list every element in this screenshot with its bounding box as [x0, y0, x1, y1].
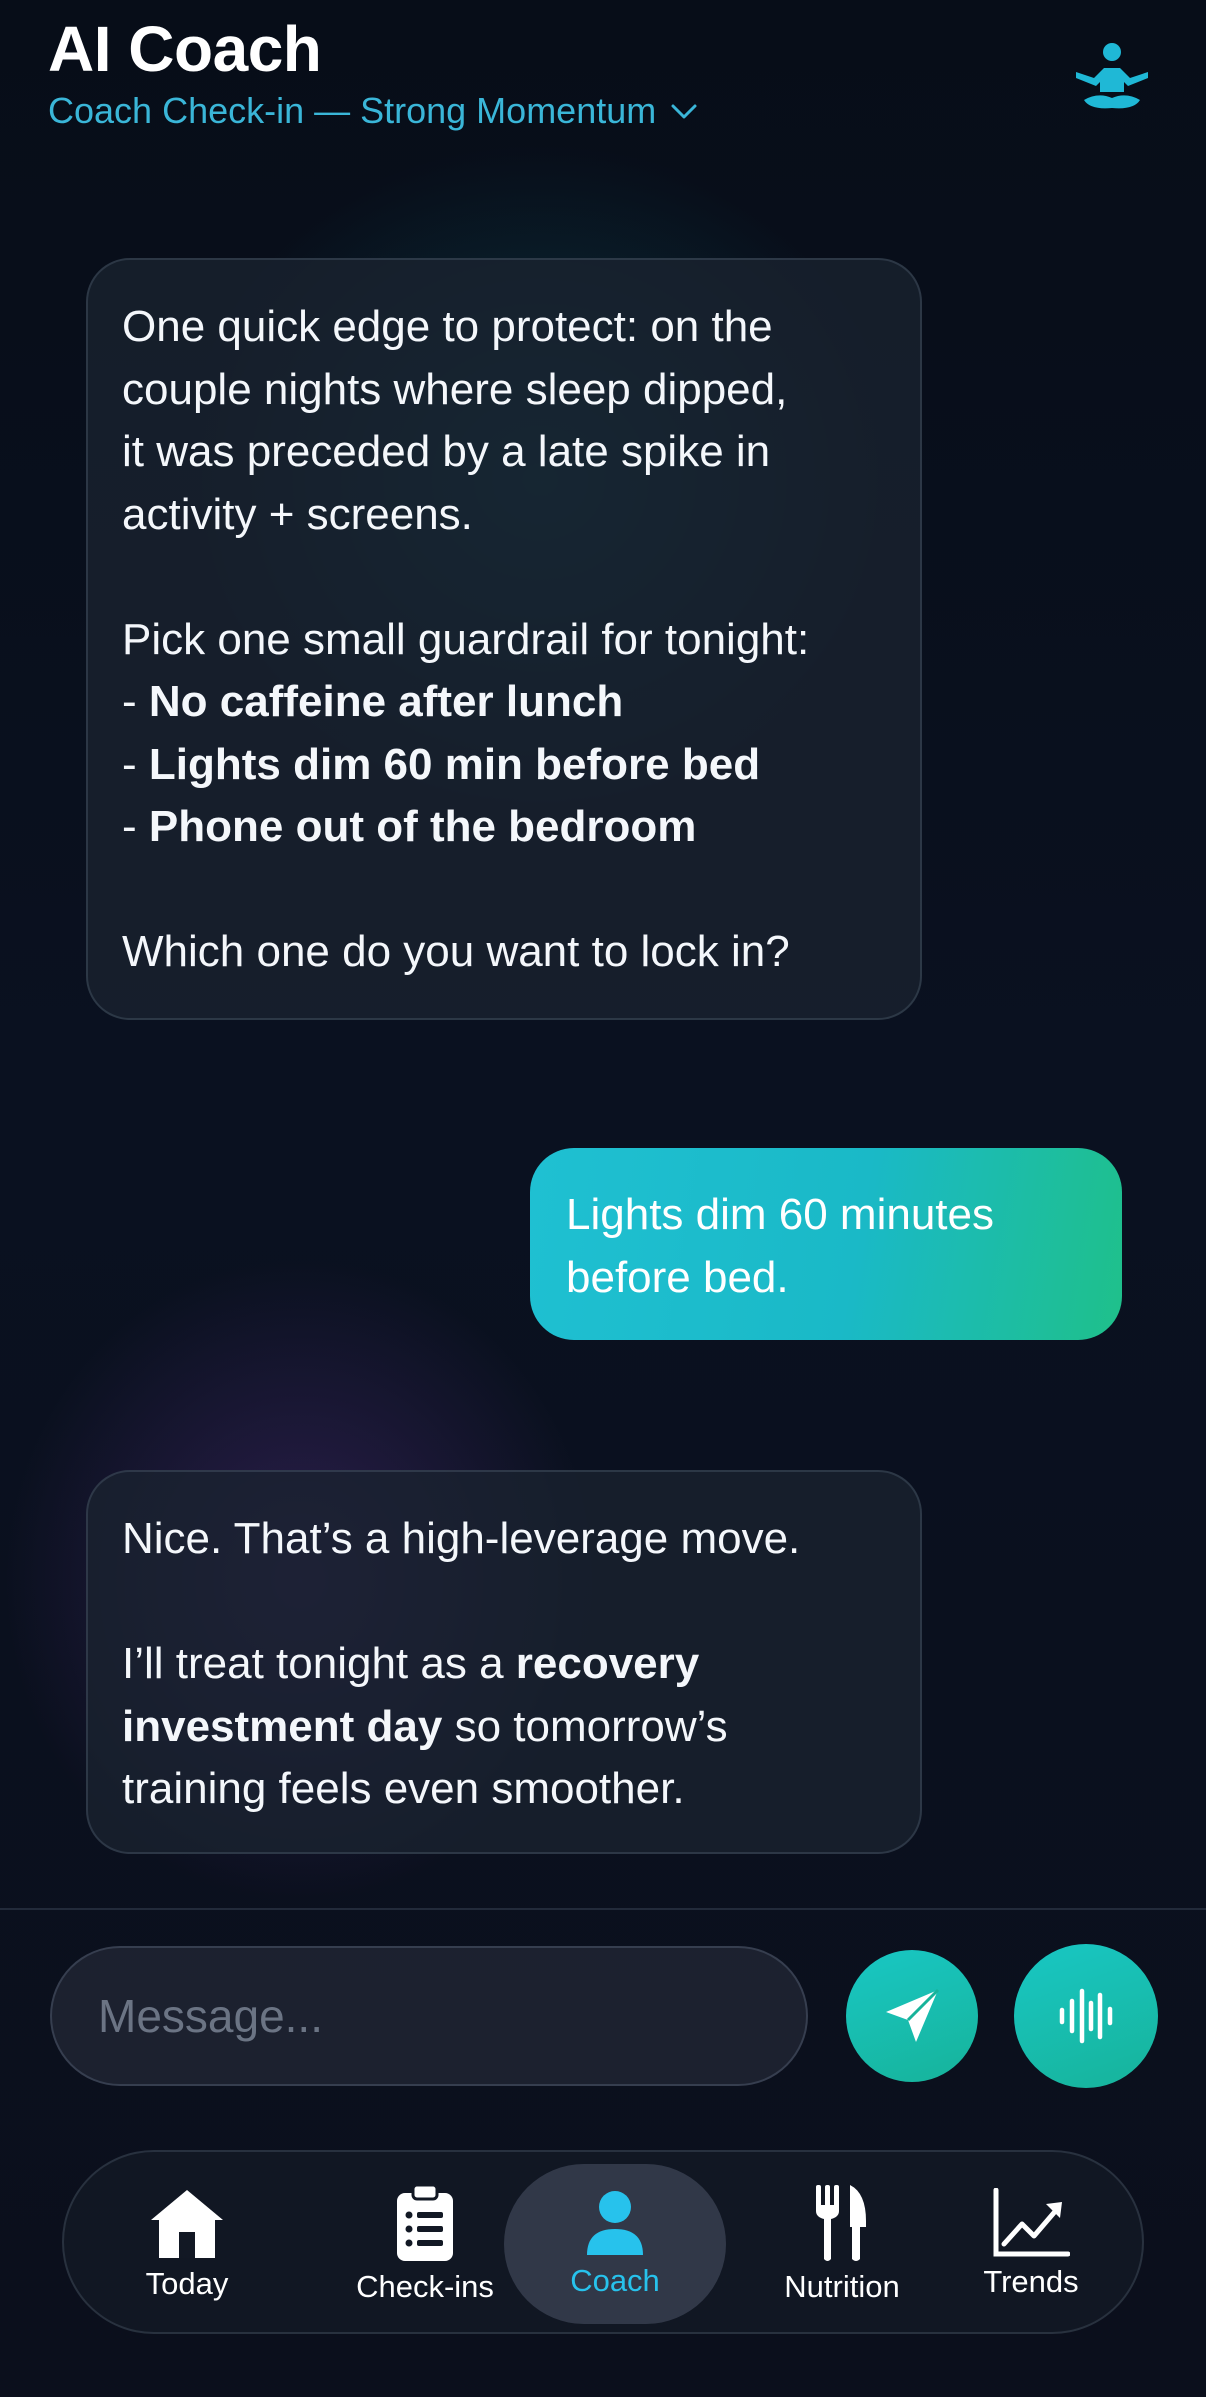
coach-message: Nice. That’s a high-leverage move. I’ll … [86, 1470, 922, 1854]
tab-bar: Today Check-ins Coach Nutrition Trends [62, 2150, 1144, 2334]
tab-label: Check-ins [356, 2269, 494, 2304]
header: AI Coach Coach Check-in — Strong Momentu… [48, 14, 700, 132]
trend-chart-icon [993, 2188, 1070, 2257]
tab-check-ins[interactable]: Check-ins [326, 2152, 524, 2336]
option-text: Phone out of the bedroom [148, 802, 697, 851]
message-text: Pick one small guardrail for tonight: [122, 614, 810, 664]
option-text: No caffeine after lunch [148, 677, 624, 726]
message-text: I’ll treat tonight as a recovery [122, 1639, 700, 1688]
guardrail-option: - Phone out of the bedroom [122, 796, 886, 859]
tab-today[interactable]: Today [126, 2152, 248, 2336]
page-title: AI Coach [48, 13, 322, 85]
guardrail-option: - No caffeine after lunch [122, 671, 886, 734]
fork-knife-icon [816, 2185, 866, 2261]
session-title: Coach Check-in — Strong Momentum [48, 90, 657, 132]
message-text: couple nights where sleep dipped, [122, 364, 788, 414]
house-icon [151, 2190, 223, 2258]
message-input[interactable] [98, 1989, 760, 2043]
guardrail-option: - Lights dim 60 min before bed [122, 734, 886, 797]
voice-input-button[interactable] [1014, 1944, 1158, 2088]
meditation-coach-icon[interactable] [1074, 42, 1150, 112]
tab-nutrition[interactable]: Nutrition [744, 2152, 940, 2336]
message-composer[interactable] [50, 1946, 808, 2086]
user-message: Lights dim 60 minutes before bed. [530, 1148, 1122, 1340]
send-button[interactable] [846, 1950, 978, 2082]
message-text: Lights dim 60 minutes [566, 1190, 994, 1239]
paper-plane-icon [886, 1988, 940, 2042]
person-icon [587, 2191, 643, 2255]
option-text: Lights dim 60 min before bed [148, 739, 761, 789]
composer-divider [0, 1908, 1206, 1910]
tab-label: Trends [983, 2264, 1079, 2299]
waveform-icon [1059, 1988, 1113, 2044]
coach-message: One quick edge to protect: on the couple… [86, 258, 922, 1020]
bullet-prefix: - [122, 802, 149, 851]
message-text: before bed. [566, 1252, 789, 1302]
message-text: activity + screens. [122, 489, 473, 539]
session-selector[interactable]: Coach Check-in — Strong Momentum [48, 90, 700, 132]
message-text: One quick edge to protect: on the [122, 302, 773, 351]
clipboard-icon [397, 2183, 453, 2261]
message-text: Which one do you want to lock in? [122, 927, 790, 976]
bullet-prefix: - [122, 739, 149, 789]
bullet-prefix: - [122, 677, 149, 726]
tab-coach[interactable]: Coach [504, 2152, 726, 2336]
tab-label: Today [145, 2266, 229, 2301]
tab-trends[interactable]: Trends [966, 2152, 1096, 2336]
chevron-down-icon [671, 104, 697, 119]
message-text: training feels even smoother. [122, 1764, 685, 1813]
message-text: investment day so tomorrow’s [122, 1701, 728, 1751]
message-text: it was preceded by a late spike in [122, 427, 771, 476]
tab-label: Coach [570, 2263, 660, 2298]
tab-label: Nutrition [784, 2269, 900, 2304]
message-text: Nice. That’s a high-leverage move. [122, 1514, 801, 1563]
